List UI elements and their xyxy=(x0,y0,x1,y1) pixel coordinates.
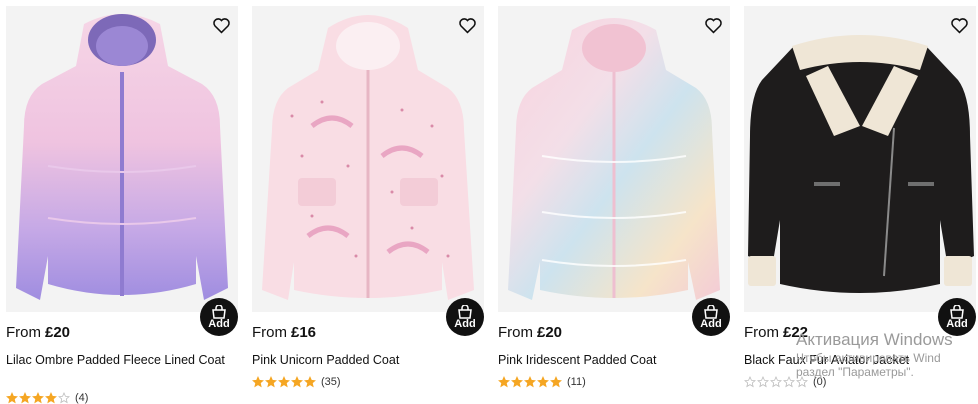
star-icon xyxy=(265,376,277,388)
review-count: (11) xyxy=(567,376,586,388)
star-icon xyxy=(537,376,549,388)
product-name-link[interactable]: Lilac Ombre Padded Fleece Lined Coat xyxy=(6,353,231,368)
review-count: (35) xyxy=(321,376,341,388)
wishlist-button[interactable] xyxy=(702,14,724,36)
star-icon xyxy=(32,392,44,404)
rating[interactable]: (11) xyxy=(498,376,586,388)
product-card: Add From £22 Black Faux Fur Aviator Jacke… xyxy=(744,6,976,402)
price: From £20 xyxy=(6,324,71,341)
star-icon xyxy=(511,376,523,388)
add-to-bag-button[interactable]: Add xyxy=(446,298,484,336)
price: From £20 xyxy=(498,324,563,341)
heart-outline-icon xyxy=(704,17,722,34)
wishlist-button[interactable] xyxy=(948,14,970,36)
star-icon xyxy=(58,392,70,404)
heart-outline-icon xyxy=(950,17,968,34)
wishlist-button[interactable] xyxy=(456,14,478,36)
star-icon xyxy=(524,376,536,388)
heart-outline-icon xyxy=(458,17,476,34)
product-card: Add From £20 Pink Iridescent Padded Coat … xyxy=(498,6,730,402)
rating[interactable]: (35) xyxy=(252,376,341,388)
star-icon xyxy=(498,376,510,388)
star-icon xyxy=(252,376,264,388)
iridescent-coat-image xyxy=(508,18,720,300)
product-grid: Add From £20 Lilac Ombre Padded Fleece Li… xyxy=(0,0,978,404)
product-image[interactable] xyxy=(744,6,976,312)
star-icon xyxy=(19,392,31,404)
review-count: (4) xyxy=(75,392,89,404)
add-button-label: Add xyxy=(700,317,722,330)
add-button-label: Add xyxy=(208,317,230,330)
price: From £22 xyxy=(744,324,809,341)
shopping-bag-icon xyxy=(458,304,472,319)
lilac-coat-image xyxy=(16,14,228,300)
aviator-jacket-image xyxy=(748,35,974,293)
product-image[interactable] xyxy=(252,6,484,312)
star-icon xyxy=(783,376,795,388)
rating[interactable]: (0) xyxy=(744,376,826,388)
star-icon xyxy=(291,376,303,388)
shopping-bag-icon xyxy=(212,304,226,319)
wishlist-button[interactable] xyxy=(210,14,232,36)
star-icon xyxy=(304,376,316,388)
star-icon xyxy=(757,376,769,388)
rating-stars xyxy=(498,376,563,388)
add-to-bag-button[interactable]: Add xyxy=(938,298,976,336)
star-icon xyxy=(6,392,18,404)
star-icon xyxy=(770,376,782,388)
shopping-bag-icon xyxy=(704,304,718,319)
review-count: (0) xyxy=(813,376,827,388)
product-image[interactable] xyxy=(498,6,730,312)
star-icon xyxy=(550,376,562,388)
rating-stars xyxy=(744,376,809,388)
add-to-bag-button[interactable]: Add xyxy=(692,298,730,336)
product-name-link[interactable]: Black Faux Fur Aviator Jacket xyxy=(744,353,969,368)
star-icon xyxy=(278,376,290,388)
product-image[interactable] xyxy=(6,6,238,312)
add-button-label: Add xyxy=(454,317,476,330)
star-icon xyxy=(796,376,808,388)
shopping-bag-icon xyxy=(950,304,964,319)
heart-outline-icon xyxy=(212,17,230,34)
product-name-link[interactable]: Pink Iridescent Padded Coat xyxy=(498,353,723,368)
product-card: Add From £16 Pink Unicorn Padded Coat (35… xyxy=(252,6,484,402)
star-icon xyxy=(744,376,756,388)
unicorn-coat-image xyxy=(262,15,474,300)
star-icon xyxy=(45,392,57,404)
product-name-link[interactable]: Pink Unicorn Padded Coat xyxy=(252,353,477,368)
rating-stars xyxy=(6,392,71,404)
add-to-bag-button[interactable]: Add xyxy=(200,298,238,336)
rating-stars xyxy=(252,376,317,388)
add-button-label: Add xyxy=(946,317,968,330)
product-card: Add From £20 Lilac Ombre Padded Fleece Li… xyxy=(6,6,238,404)
price: From £16 xyxy=(252,324,317,341)
rating[interactable]: (4) xyxy=(6,392,88,404)
